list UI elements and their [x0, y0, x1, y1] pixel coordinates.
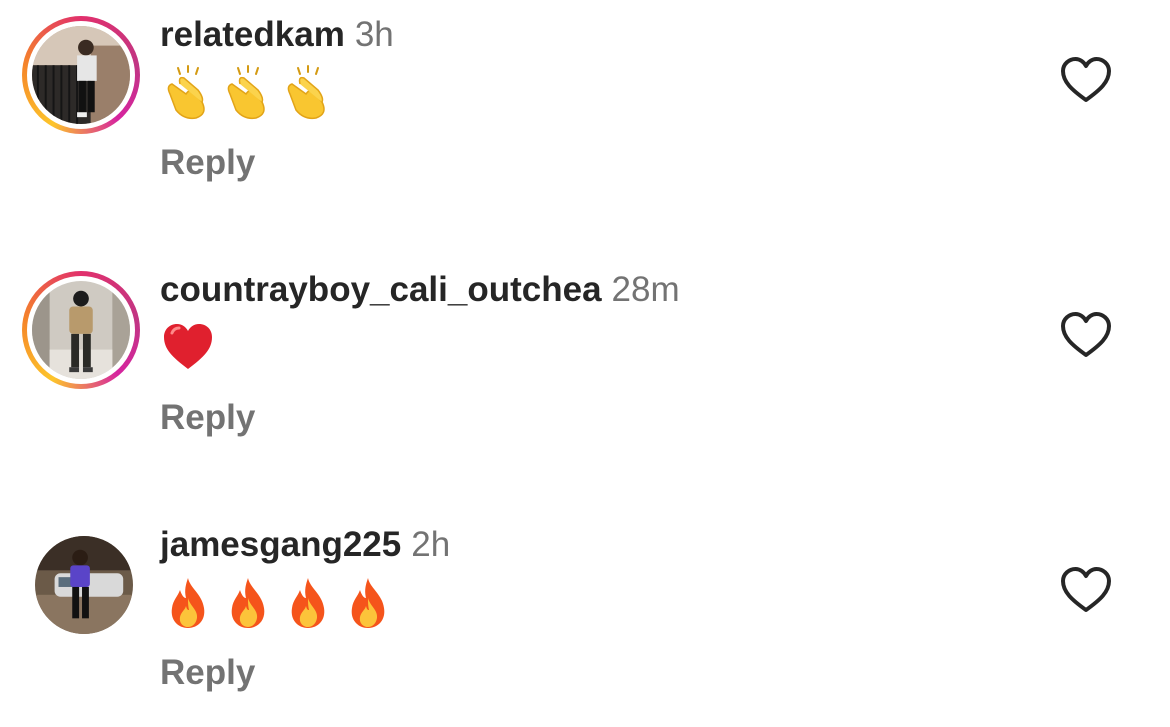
reply-button[interactable]: Reply [160, 652, 255, 694]
comment-username[interactable]: jamesgang225 [160, 525, 401, 564]
like-heart-icon[interactable] [1060, 311, 1112, 359]
avatar-story-ring[interactable] [22, 271, 140, 389]
fire-icon [340, 578, 400, 628]
avatar[interactable] [32, 26, 130, 124]
fire-icon [160, 578, 220, 628]
clapping-hands-icon [220, 65, 280, 120]
clapping-hands-icon [280, 65, 340, 120]
comment-item: countrayboy_cali_outchea 28m Reply [0, 269, 1170, 469]
red-heart-icon [160, 324, 220, 373]
comment-timestamp: 28m [611, 270, 680, 309]
comment-timestamp: 2h [411, 525, 451, 564]
comment-username[interactable]: relatedkam [160, 15, 345, 54]
clapping-hands-icon [160, 65, 220, 120]
reply-button[interactable]: Reply [160, 397, 255, 439]
comment-timestamp: 3h [354, 15, 394, 54]
comment-message [160, 574, 400, 634]
comment-item: relatedkam 3h Reply [0, 14, 1170, 214]
comment-message [160, 64, 340, 124]
fire-icon [280, 578, 340, 628]
avatar[interactable] [32, 281, 130, 379]
comment-item: jamesgang225 2h Reply [0, 524, 1170, 724]
like-heart-icon[interactable] [1060, 566, 1112, 614]
fire-icon [220, 578, 280, 628]
reply-button[interactable]: Reply [160, 142, 255, 184]
comment-message [160, 319, 220, 379]
avatar[interactable] [35, 536, 133, 634]
avatar-story-ring[interactable] [22, 16, 140, 134]
comment-username[interactable]: countrayboy_cali_outchea [160, 270, 602, 309]
like-heart-icon[interactable] [1060, 56, 1112, 104]
